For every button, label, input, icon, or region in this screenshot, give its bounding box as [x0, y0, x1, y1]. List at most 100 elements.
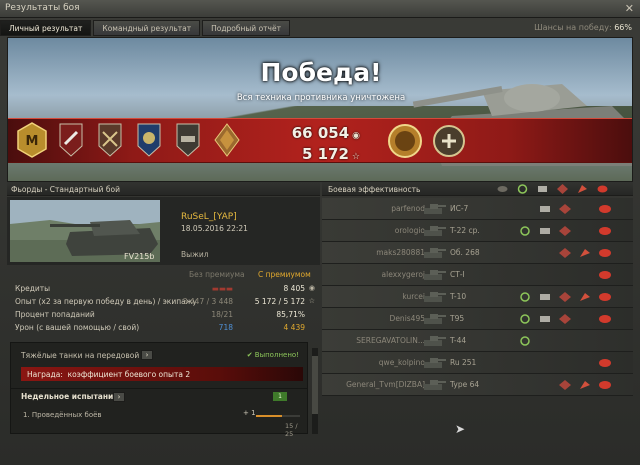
tank-icon: [424, 270, 446, 280]
list-item[interactable]: kurcei T-10: [322, 286, 633, 308]
armor-icon: [538, 313, 552, 325]
tank-name: Type 64: [450, 380, 480, 389]
list-item[interactable]: parfenod ИС-7: [322, 198, 633, 220]
crits-icon: [558, 291, 572, 303]
confederate-medal-icon[interactable]: [172, 121, 204, 159]
kill-icon: [596, 183, 609, 195]
list-item[interactable]: Denis495 T95: [322, 308, 633, 330]
kill-icon: [598, 269, 612, 281]
kill-icon: [598, 313, 612, 325]
tab-detailed-report[interactable]: Подробный отчёт: [202, 20, 290, 36]
crits-icon: [558, 225, 572, 237]
list-item[interactable]: maks280881 Об. 268: [322, 242, 633, 264]
tab-bar: Личный результат Командный результат Под…: [0, 20, 292, 36]
row-value-no-premium: ▬▬▬: [211, 284, 233, 293]
tank-name: T-44: [450, 336, 467, 345]
tank-card: RuSeL_[YAP] 18.05.2016 22:21 FV215b Выжи…: [7, 197, 320, 265]
damage-icon: [578, 379, 592, 391]
weekly-open-arrow-icon[interactable]: ›: [113, 392, 125, 402]
table-row: Процент попаданий 18/21 85,71%: [12, 308, 317, 321]
scrollbar-thumb[interactable]: [312, 356, 318, 414]
weekly-gain: + 1: [243, 409, 256, 417]
row-value-premium: 85,71%: [276, 310, 305, 319]
mission-title[interactable]: Тяжёлые танки на передовой: [21, 351, 139, 360]
armor-icon: [538, 203, 552, 215]
list-item[interactable]: alexxygeroj СТ-I: [322, 264, 633, 286]
tank-name: FV215b: [124, 252, 155, 261]
xp-value: 5 172: [301, 145, 349, 163]
battle-results-window: Результаты боя ✕ Личный результат Команд…: [0, 0, 640, 465]
kill-icon: [598, 225, 612, 237]
personal-mission-panel: Тяжёлые танки на передовой › ✔ Выполнено…: [10, 342, 308, 390]
weekly-progress-bar: [256, 415, 300, 417]
damage-icon: [578, 291, 592, 303]
master-badge-icon[interactable]: M: [16, 121, 48, 159]
mission-status: ✔ Выполнено!: [246, 351, 299, 359]
weekly-title[interactable]: Недельное испытание: [21, 392, 118, 401]
battle-hero-badge-icon[interactable]: [386, 122, 424, 160]
weekly-task: 1. Проведённых боёв: [23, 411, 102, 419]
list-item[interactable]: orologio T-22 ср.: [322, 220, 633, 242]
weekly-challenge-panel: Недельное испытание › 1 1. Проведённых б…: [10, 388, 308, 438]
title-bar: Результаты боя ✕: [0, 0, 640, 18]
tank-icon: [424, 226, 446, 236]
tab-team-result[interactable]: Командный результат: [93, 20, 201, 36]
player-name: parfenod: [391, 204, 425, 213]
tank-icon: [424, 336, 446, 346]
missions-scrollbar[interactable]: [312, 348, 318, 434]
armor-icon: [538, 291, 552, 303]
list-item[interactable]: SEREGAVATOLIN... T-44: [322, 330, 633, 352]
kill-icon: [598, 357, 612, 369]
column-premium: С премиумом: [258, 270, 311, 279]
medals-row: M: [16, 121, 243, 159]
player-name: Denis495: [389, 314, 425, 323]
assist-icon: [516, 183, 529, 195]
tank-icon: [424, 248, 446, 258]
kill-icon: [598, 291, 612, 303]
tank-icon: [424, 292, 446, 302]
list-item[interactable]: qwe_kolpino Ru 251: [322, 352, 633, 374]
crits-icon: [558, 379, 572, 391]
credits-value: 66 054: [291, 124, 350, 142]
credits-icon: ◉: [308, 284, 315, 292]
battle-earnings: 66 054 ◉ 5 172 ☆: [280, 124, 360, 166]
close-icon[interactable]: ✕: [625, 2, 634, 15]
weekly-progress-fill: [256, 415, 283, 417]
player-name: alexxygeroj: [381, 270, 425, 279]
mission-status-text: Выполнено!: [254, 351, 299, 359]
row-label: Опыт (x2 за первую победу в день) / экип…: [15, 297, 197, 306]
crits-icon: [556, 183, 569, 195]
laurel-badge-icon[interactable]: [430, 122, 468, 160]
crits-icon: [558, 313, 572, 325]
row-label: Процент попаданий: [15, 310, 95, 319]
row-label: Кредиты: [15, 284, 51, 293]
kill-icon: [598, 203, 612, 215]
table-row: Опыт (x2 за первую победу в день) / экип…: [12, 295, 317, 308]
armor-icon: [536, 183, 549, 195]
assist-icon: [518, 313, 532, 325]
tank-expert-medal-icon[interactable]: [211, 121, 243, 159]
tab-personal-result[interactable]: Личный результат: [0, 20, 92, 36]
tank-name: ИС-7: [450, 204, 469, 213]
table-row: Кредиты ▬▬▬ 8 405 ◉: [12, 282, 317, 295]
row-value-premium: 5 172 / 5 172: [254, 297, 305, 306]
defender-medal-icon[interactable]: [133, 121, 165, 159]
row-value-premium: 8 405: [283, 284, 305, 293]
victory-banner: Победа! Вся техника противника уничтожен…: [7, 37, 633, 182]
xp-star-icon: ☆: [351, 152, 360, 162]
invader-medal-icon[interactable]: [94, 121, 126, 159]
crits-icon: [558, 247, 572, 259]
list-item[interactable]: General_Tvm[DIZBA] Type 64: [322, 374, 633, 396]
table-row: Урон (с вашей помощью / свой) 718 4 439: [12, 321, 317, 334]
damage-icon: [576, 183, 589, 195]
win-chance-label: Шансы на победу:: [534, 23, 612, 32]
player-name: SEREGAVATOLIN...: [356, 336, 425, 345]
kill-icon: [598, 247, 612, 259]
sniper-medal-icon[interactable]: [55, 121, 87, 159]
team-list: parfenod ИС-7 orologio T-22 ср. maks2808…: [322, 198, 633, 396]
win-chance-value: 66%: [614, 23, 632, 32]
mission-open-arrow-icon[interactable]: ›: [141, 350, 153, 360]
tank-icon: [424, 358, 446, 368]
rank-badges: [386, 122, 468, 160]
assist-icon: [518, 291, 532, 303]
